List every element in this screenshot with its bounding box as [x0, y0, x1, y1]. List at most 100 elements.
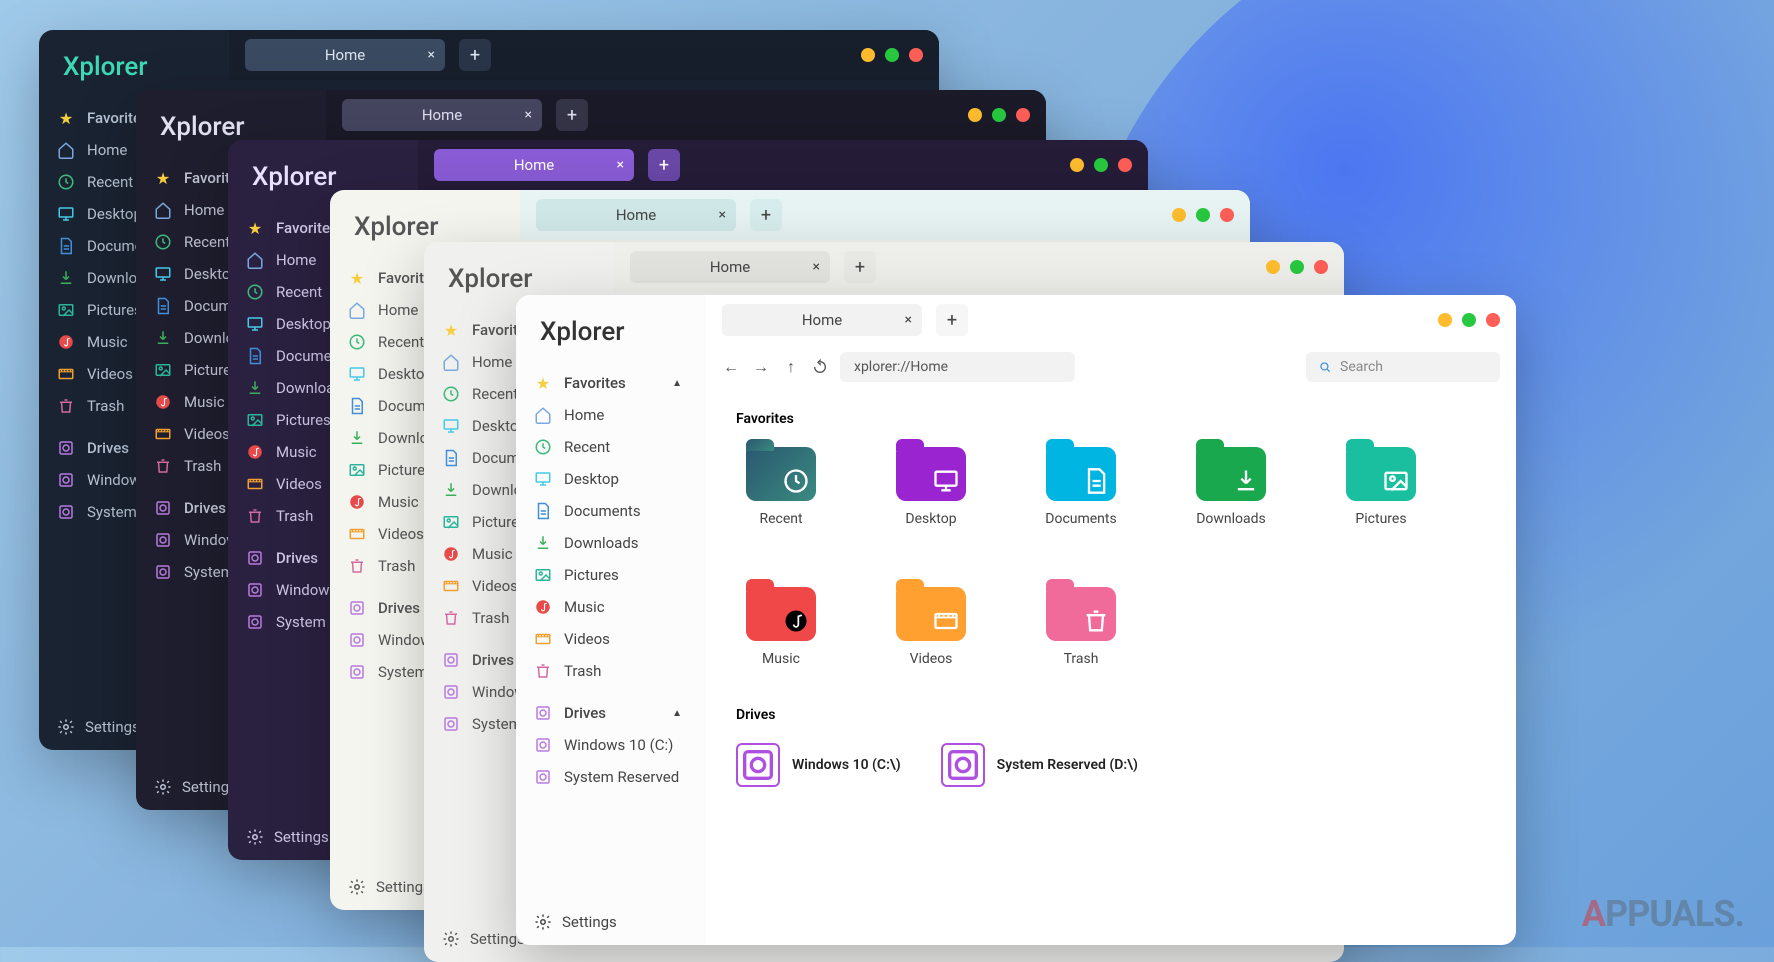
folder-desktop[interactable]: Desktop [886, 447, 976, 527]
sidebar-item-desktop[interactable]: Desktop [516, 463, 706, 495]
folder-icon [746, 447, 816, 501]
settings-button[interactable]: Settings [516, 899, 706, 945]
sidebar-item-videos[interactable]: Videos [516, 623, 706, 655]
window-controls [1266, 260, 1328, 274]
add-tab-button[interactable]: + [648, 149, 680, 181]
tab-label: Home [325, 46, 365, 64]
search-input[interactable]: Search [1306, 352, 1500, 382]
add-tab-button[interactable]: + [844, 251, 876, 283]
drives-label: Drives [276, 549, 318, 567]
sidebar-item-label: Videos [87, 365, 133, 383]
sidebar-drive-item[interactable]: System Reserved [516, 761, 706, 793]
maximize-button[interactable] [1462, 313, 1476, 327]
sidebar-item-label: Desktop [87, 205, 142, 223]
gear-icon [534, 913, 552, 931]
folder-trash[interactable]: Trash [1036, 587, 1126, 667]
minimize-button[interactable] [1438, 313, 1452, 327]
add-tab-button[interactable]: + [459, 39, 491, 71]
downloads-icon [57, 269, 75, 287]
folder-pictures[interactable]: Pictures [1336, 447, 1426, 527]
minimize-button[interactable] [968, 108, 982, 122]
sidebar-item-label: Pictures [564, 566, 619, 584]
tab-close-button[interactable]: × [813, 259, 820, 275]
close-button[interactable] [1220, 208, 1234, 222]
up-button[interactable]: ↑ [782, 357, 800, 377]
videos-icon [57, 365, 75, 383]
add-tab-button[interactable]: + [936, 304, 968, 336]
tab-home[interactable]: Home× [342, 99, 542, 131]
drive-item[interactable]: System Reserved (D:\) [941, 743, 1138, 787]
sidebar-header-favorites[interactable]: ★Favorites▲ [516, 367, 706, 399]
drive-icon [246, 581, 264, 599]
tab-label: Home [514, 156, 554, 174]
sidebar-item-label: Music [276, 443, 317, 461]
sidebar-item-music[interactable]: Music [516, 591, 706, 623]
sidebar-item-pictures[interactable]: Pictures [516, 559, 706, 591]
tab-home[interactable]: Home× [536, 199, 736, 231]
titlebar: Home × + [229, 30, 939, 80]
tab-close-button[interactable]: × [617, 157, 624, 173]
tab-close-button[interactable]: × [428, 47, 435, 63]
recent-icon [57, 173, 75, 191]
tab-close-button[interactable]: × [525, 107, 532, 123]
sidebar-header-drives[interactable]: Drives▲ [516, 697, 706, 729]
sidebar-item-documents[interactable]: Documents [516, 495, 706, 527]
tab-home[interactable]: Home × [434, 149, 634, 181]
close-button[interactable] [909, 48, 923, 62]
tab-home[interactable]: Home × [245, 39, 445, 71]
tab-home[interactable]: Home × [630, 251, 830, 283]
settings-label: Settings [85, 718, 140, 736]
folder-label: Trash [1064, 651, 1099, 667]
maximize-button[interactable] [885, 48, 899, 62]
close-button[interactable] [1314, 260, 1328, 274]
forward-button[interactable]: → [752, 357, 770, 377]
maximize-button[interactable] [992, 108, 1006, 122]
tab-home[interactable]: Home× [722, 304, 922, 336]
sidebar-item-label: Home [564, 406, 604, 424]
minimize-button[interactable] [1172, 208, 1186, 222]
tab-label: Home [710, 258, 750, 276]
sidebar-item-label: Videos [276, 475, 322, 493]
drive-icon [57, 471, 75, 489]
sidebar-item-trash[interactable]: Trash [516, 655, 706, 687]
maximize-button[interactable] [1094, 158, 1108, 172]
back-button[interactable]: ← [722, 357, 740, 377]
sidebar-item-recent[interactable]: Recent [516, 431, 706, 463]
close-button[interactable] [1486, 313, 1500, 327]
maximize-button[interactable] [1196, 208, 1210, 222]
sidebar-item-label: Trash [184, 457, 221, 475]
sidebar-drive-item[interactable]: Windows 10 (C:) [516, 729, 706, 761]
tab-close-button[interactable]: × [905, 312, 912, 328]
sidebar-item-label: Videos [378, 525, 424, 543]
tab-close-button[interactable]: × [719, 207, 726, 223]
close-button[interactable] [1118, 158, 1132, 172]
drive-icon [442, 715, 460, 733]
minimize-button[interactable] [1266, 260, 1280, 274]
folder-music[interactable]: Music [736, 587, 826, 667]
add-tab-button[interactable]: + [556, 99, 588, 131]
sidebar-item-downloads[interactable]: Downloads [516, 527, 706, 559]
sidebar-item-label: Desktop [564, 470, 619, 488]
drive-icon [348, 631, 366, 649]
folder-recent[interactable]: Recent [736, 447, 826, 527]
drive-icon [348, 663, 366, 681]
add-tab-button[interactable]: + [750, 199, 782, 231]
reload-button[interactable] [812, 359, 828, 375]
folder-downloads[interactable]: Downloads [1186, 447, 1276, 527]
folder-documents[interactable]: Documents [1036, 447, 1126, 527]
minimize-button[interactable] [861, 48, 875, 62]
minimize-button[interactable] [1070, 158, 1084, 172]
videos-icon [246, 475, 264, 493]
maximize-button[interactable] [1290, 260, 1304, 274]
address-bar[interactable]: xplorer://Home [840, 352, 1075, 382]
star-icon: ★ [246, 219, 264, 237]
titlebar: Home× + [520, 190, 1250, 240]
drives-heading: Drives [736, 707, 1486, 723]
drive-item[interactable]: Windows 10 (C:\) [736, 743, 901, 787]
folder-videos[interactable]: Videos [886, 587, 976, 667]
close-button[interactable] [1016, 108, 1030, 122]
toolbar: ← → ↑ xplorer://Home Search [706, 345, 1516, 389]
drives-label: Drives [564, 704, 606, 722]
music-icon [534, 598, 552, 616]
sidebar-item-home[interactable]: Home [516, 399, 706, 431]
